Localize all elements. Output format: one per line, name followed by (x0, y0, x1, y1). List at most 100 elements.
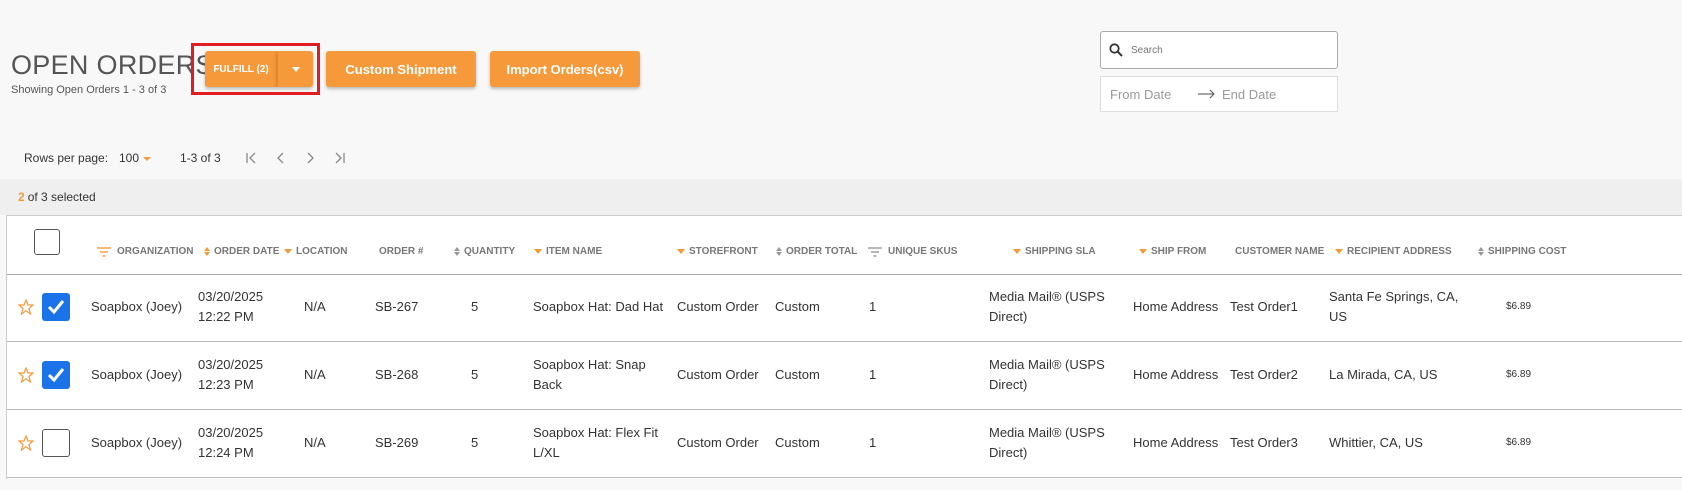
rows-per-page-select[interactable]: 100 (119, 151, 152, 165)
end-date-field[interactable]: End Date (1222, 87, 1276, 102)
row-checkbox[interactable] (42, 429, 70, 457)
shipping-cost-cell: $6.89 (1506, 437, 1532, 448)
table-row[interactable]: Soapbox (Joey) 03/20/2025 12:23 PM N/A S… (7, 342, 1682, 410)
item-name-line1: Soapbox Hat: Dad Hat (533, 299, 664, 314)
order-date-cell: 03/20/2025 12:23 PM (198, 355, 263, 395)
import-orders-button[interactable]: Import Orders(csv) (490, 51, 640, 87)
column-label: STOREFRONT (689, 246, 758, 257)
arrow-right-icon (1198, 89, 1215, 99)
column-header-location[interactable]: LOCATION (284, 246, 347, 257)
rows-per-page-value: 100 (119, 151, 140, 165)
location-cell: N/A (304, 299, 326, 314)
column-header-shipping-sla[interactable]: SHIPPING SLA (1013, 246, 1096, 257)
item-name-line1: Soapbox Hat: Flex Fit (533, 425, 658, 440)
shipping-sla-cell: Media Mail® (USPS Direct) (989, 287, 1105, 327)
next-page-icon[interactable] (302, 151, 319, 165)
shipping-sla-line2: Direct) (989, 445, 1028, 460)
star-icon[interactable] (18, 435, 34, 451)
page-range: 1-3 of 3 (180, 151, 221, 165)
storefront-cell: Custom Order (677, 299, 759, 314)
organization-cell: Soapbox (Joey) (91, 367, 183, 382)
order-number-cell[interactable]: SB-267 (375, 297, 418, 317)
star-icon[interactable] (18, 299, 34, 315)
selection-bar: 2 of 3 selected (0, 179, 1682, 215)
item-name-cell: Soapbox Hat: Dad Hat (533, 297, 663, 317)
search-input[interactable] (1129, 43, 1323, 57)
order-date: 03/20/2025 (198, 425, 264, 440)
column-header-recipient-address[interactable]: RECIPIENT ADDRESS (1335, 246, 1452, 257)
column-header-customer-name[interactable]: CUSTOMER NAME (1235, 246, 1324, 257)
last-page-icon[interactable] (331, 151, 348, 165)
order-number-cell[interactable]: SB-268 (375, 365, 418, 385)
column-header-order-total[interactable]: ORDER TOTAL (776, 246, 857, 257)
order-total-cell: Custom (775, 367, 820, 382)
column-label: ORDER TOTAL (786, 246, 858, 257)
sort-icon (534, 249, 542, 254)
customer-name-cell: Test Order2 (1230, 367, 1298, 382)
select-all-checkbox[interactable] (34, 229, 60, 255)
column-header-unique-skus[interactable]: UNIQUE SKUS (868, 246, 957, 257)
table-row[interactable]: Soapbox (Joey) 03/20/2025 12:24 PM N/A S… (7, 410, 1682, 478)
prev-page-icon[interactable] (273, 151, 290, 165)
item-name-line1: Soapbox Hat: Snap (533, 357, 646, 372)
item-name-cell: Soapbox Hat: Flex Fit L/XL (533, 423, 658, 463)
column-header-organization[interactable]: ORGANIZATION (97, 246, 193, 257)
star-icon[interactable] (18, 367, 34, 383)
first-page-icon[interactable] (244, 151, 261, 165)
column-header-order-number[interactable]: ORDER # (379, 246, 423, 257)
sort-icon (1335, 249, 1343, 254)
column-header-storefront[interactable]: STOREFRONT (677, 246, 758, 257)
column-label: SHIPPING SLA (1025, 246, 1096, 257)
order-total-cell: Custom (775, 435, 820, 450)
order-date-cell: 03/20/2025 12:22 PM (198, 287, 263, 327)
pagination-controls (244, 151, 348, 165)
rows-per-page-label: Rows per page: (24, 151, 109, 165)
organization-cell: Soapbox (Joey) (91, 435, 183, 450)
from-date-field[interactable]: From Date (1110, 87, 1198, 102)
shipping-cost-cell: $6.89 (1506, 301, 1532, 312)
chevron-down-icon (291, 66, 300, 72)
sort-icon (1478, 247, 1484, 256)
storefront-cell: Custom Order (677, 435, 759, 450)
order-date-cell: 03/20/2025 12:24 PM (198, 423, 263, 463)
order-time: 12:24 PM (198, 445, 254, 460)
column-header-order-date[interactable]: ORDER DATE (204, 246, 279, 257)
order-time: 12:22 PM (198, 309, 254, 324)
column-header-quantity[interactable]: QUANTITY (454, 246, 515, 257)
ship-from-cell: Home Address (1133, 367, 1219, 382)
page-title: OPEN ORDERS (11, 50, 214, 80)
order-number-cell[interactable]: SB-269 (375, 433, 418, 453)
unique-skus-cell: 1 (869, 299, 877, 314)
recipient-address-cell: Whittier, CA, US (1329, 435, 1423, 450)
order-total-cell: Custom (775, 299, 820, 314)
order-date: 03/20/2025 (198, 289, 264, 304)
column-label: QUANTITY (464, 246, 516, 257)
quantity-cell: 5 (471, 367, 479, 382)
column-header-shipping-cost[interactable]: SHIPPING COST (1478, 246, 1566, 257)
location-cell: N/A (304, 367, 326, 382)
table-row[interactable]: Soapbox (Joey) 03/20/2025 12:22 PM N/A S… (7, 274, 1682, 342)
column-label: UNIQUE SKUS (888, 246, 958, 257)
customer-name-cell: Test Order3 (1230, 435, 1298, 450)
unique-skus-cell: 1 (869, 367, 877, 382)
shipping-sla-line1: Media Mail® (USPS (989, 289, 1105, 304)
column-header-ship-from[interactable]: SHIP FROM (1139, 246, 1206, 257)
unique-skus-cell: 1 (869, 435, 877, 450)
filter-icon (97, 246, 111, 257)
row-checkbox[interactable] (42, 361, 70, 389)
sort-icon (677, 249, 685, 254)
column-header-item-name[interactable]: ITEM NAME (534, 246, 602, 257)
custom-shipment-button[interactable]: Custom Shipment (326, 51, 476, 87)
row-checkbox[interactable] (42, 293, 70, 321)
sort-icon (1139, 249, 1147, 254)
column-label: ORDER DATE (214, 246, 280, 257)
search-box (1100, 31, 1338, 69)
column-label: SHIPPING COST (1488, 246, 1567, 257)
date-range-picker[interactable]: From Date End Date (1100, 76, 1338, 112)
address-line1: Santa Fe Springs, CA, (1329, 289, 1459, 304)
fulfill-dropdown-button[interactable] (277, 51, 313, 87)
recipient-address-cell: Santa Fe Springs, CA, US (1329, 287, 1458, 327)
fulfill-button[interactable]: FULFILL (2) (205, 51, 277, 87)
item-name-cell: Soapbox Hat: Snap Back (533, 355, 646, 395)
checkmark-icon (47, 368, 65, 383)
